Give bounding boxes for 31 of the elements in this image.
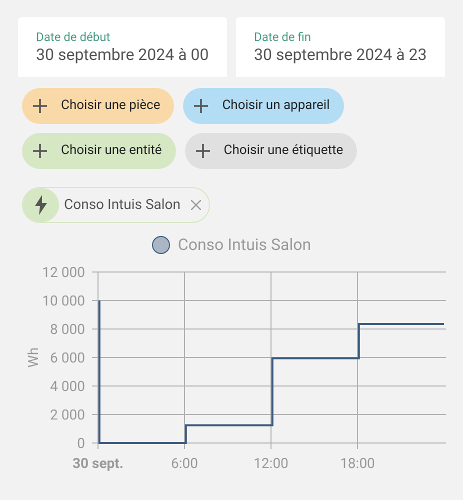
entity-chip[interactable]: Conso Intuis Salon	[22, 187, 210, 223]
date-field[interactable]: Date de début 30 septembre 2024 à 00	[18, 17, 227, 77]
y-axis-title: Wh	[26, 347, 42, 368]
y-tick-label: 12 000	[42, 265, 85, 281]
y-tick-label: 10 000	[42, 294, 85, 310]
field-label: Date de début	[36, 30, 112, 44]
y-tick-label: 2 000	[50, 408, 85, 424]
add-target-button[interactable]: Choisir une entité	[22, 133, 176, 169]
field-label: Date de fin	[254, 30, 312, 44]
y-tick-label: 6 000	[50, 350, 85, 366]
plus-icon	[33, 144, 47, 158]
y-tick-label: 8 000	[50, 322, 85, 338]
close-icon[interactable]	[190, 200, 200, 210]
x-tick-label: 18:00	[340, 456, 375, 472]
add-target-button[interactable]: Choisir une pièce	[22, 88, 174, 124]
plus-icon	[33, 99, 47, 113]
add-target-button[interactable]: Choisir un appareil	[183, 88, 344, 124]
x-tick-label: 12:00	[254, 456, 288, 472]
date-field[interactable]: Date de fin 30 septembre 2024 à 23	[236, 17, 445, 77]
plus-icon	[196, 144, 210, 158]
field-value: 30 septembre 2024 à 23	[254, 44, 427, 66]
plus-icon	[194, 99, 208, 113]
x-tick-label: 6:00	[171, 456, 198, 472]
y-tick-label: 4 000	[50, 379, 85, 395]
legend-marker[interactable]	[152, 236, 170, 254]
field-value: 30 septembre 2024 à 00	[36, 44, 209, 66]
add-target-button[interactable]: Choisir une étiquette	[184, 133, 358, 169]
chip-label: Conso Intuis Salon	[64, 196, 180, 214]
x-tick-label: 30 sept.	[72, 456, 124, 472]
lightning-icon	[35, 195, 47, 215]
y-tick-label: 0	[77, 436, 85, 452]
